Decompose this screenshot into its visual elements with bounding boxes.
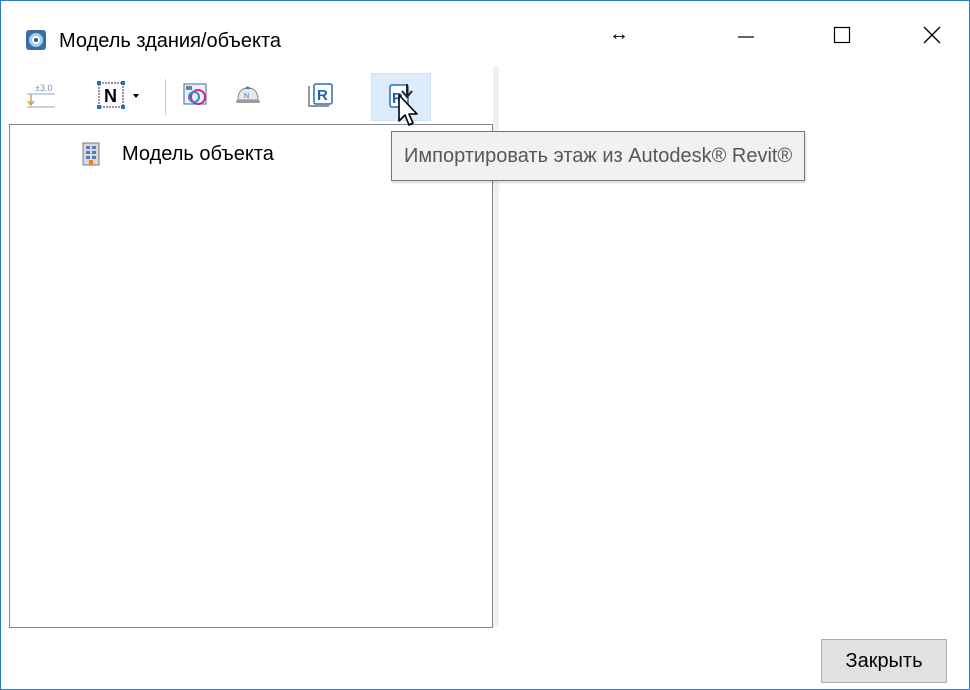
tooltip: Импортировать этаж из Autodesk® Revit® (391, 131, 806, 181)
tree-item-label: Модель объекта (122, 142, 274, 165)
model-window: Модель здания/объекта ↔ ±3.0 N N R R Мод… (0, 0, 970, 690)
svg-text:N: N (104, 86, 117, 106)
close-window-button[interactable] (909, 15, 955, 55)
toolbar-separator (165, 79, 166, 115)
level-marker-icon: ±3.0 (27, 83, 55, 108)
maximize-icon (833, 26, 851, 44)
tree-item-object-model[interactable]: Модель объекта (80, 141, 274, 167)
mouse-cursor-icon (398, 94, 418, 126)
level-marker-button[interactable]: ±3.0 (23, 77, 61, 113)
svg-text:±3.0: ±3.0 (35, 83, 52, 93)
hard-hat-button[interactable]: N (229, 77, 267, 113)
building-icon (82, 142, 100, 166)
hard-hat-icon: N (236, 86, 260, 103)
app-icon (26, 30, 46, 50)
minimize-icon (738, 36, 754, 38)
resize-arrows-icon: ↔ (609, 23, 629, 45)
image-link-button[interactable] (177, 77, 215, 113)
close-button[interactable]: Закрыть (821, 639, 947, 683)
maximize-button[interactable] (819, 15, 865, 55)
numbering-dropdown-button[interactable]: N (93, 77, 153, 113)
tooltip-text: Импортировать этаж из Autodesk® Revit® (404, 144, 793, 167)
revit-export-icon: R (308, 83, 333, 107)
close-icon (923, 26, 941, 44)
minimize-button[interactable] (723, 15, 769, 55)
object-tree-panel[interactable]: Модель объекта (9, 124, 493, 628)
svg-text:R: R (317, 87, 328, 104)
revit-export-button[interactable]: R (301, 77, 339, 113)
title-bar[interactable]: Модель здания/объекта ↔ (1, 1, 969, 63)
image-link-icon (183, 83, 207, 105)
window-title: Модель здания/объекта (59, 30, 282, 52)
svg-text:N: N (244, 93, 249, 100)
numbering-icon: N (97, 81, 139, 109)
